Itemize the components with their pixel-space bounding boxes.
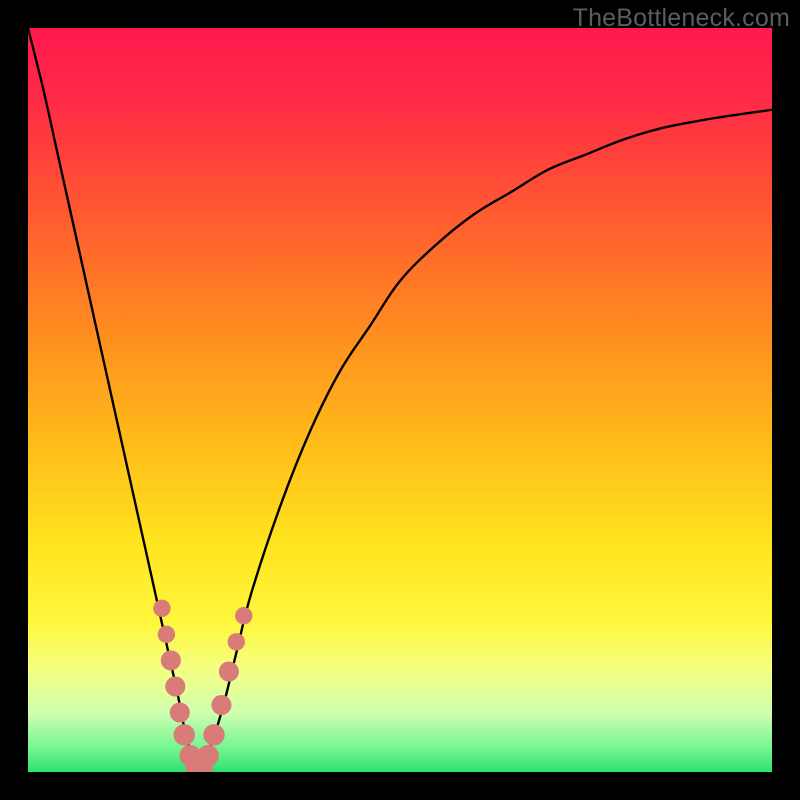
marker-dot bbox=[211, 695, 231, 715]
marker-dot bbox=[174, 724, 195, 745]
marker-dot bbox=[197, 745, 218, 766]
gradient-background bbox=[28, 28, 772, 772]
plot-area bbox=[28, 28, 772, 772]
marker-dot bbox=[170, 702, 190, 722]
marker-dot bbox=[228, 633, 245, 650]
marker-dot bbox=[158, 626, 175, 643]
marker-dot bbox=[165, 676, 185, 696]
marker-dot bbox=[235, 607, 252, 624]
marker-dot bbox=[161, 650, 181, 670]
marker-dot bbox=[203, 724, 224, 745]
outer-frame: TheBottleneck.com bbox=[0, 0, 800, 800]
chart-svg bbox=[28, 28, 772, 772]
marker-dot bbox=[219, 662, 239, 682]
marker-dot bbox=[153, 600, 170, 617]
